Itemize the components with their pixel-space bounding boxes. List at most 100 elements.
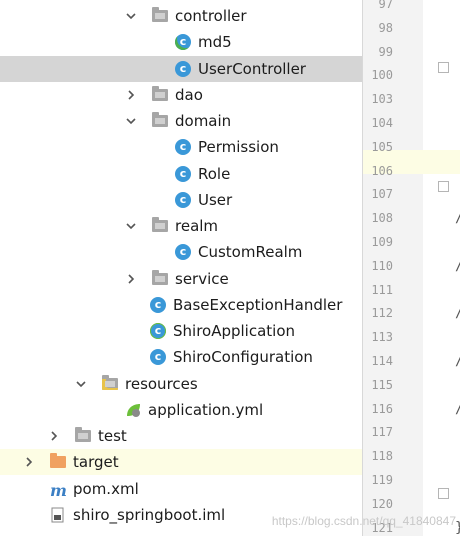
fold-marker-icon[interactable] — [438, 181, 449, 192]
tree-item-label: target — [73, 453, 119, 471]
tree-item-label: UserController — [198, 60, 306, 78]
class-run-icon: c — [175, 34, 192, 50]
folder-icon — [152, 270, 169, 287]
line-number: 112 — [371, 306, 393, 321]
tree-item-label: controller — [175, 7, 247, 25]
class-icon: c — [175, 192, 192, 208]
tree-item-user[interactable]: c User — [0, 187, 362, 213]
excluded-folder-icon — [50, 453, 67, 470]
tree-item-shiroapplication[interactable]: c ShiroApplication — [0, 318, 362, 344]
chevron-right-icon[interactable] — [125, 89, 137, 101]
tree-item-baseexceptionhandler[interactable]: c BaseExceptionHandler — [0, 292, 362, 318]
line-number: 110 — [371, 258, 393, 273]
spring-boot-class-icon: c — [150, 323, 167, 339]
tree-item-label: Permission — [198, 138, 279, 156]
tree-item-resources[interactable]: resources — [0, 371, 362, 397]
line-number: 117 — [371, 425, 393, 440]
project-tree: controller c md5 c UserController dao domain c P… — [0, 0, 362, 536]
class-icon: c — [175, 61, 192, 77]
tree-item-label: Role — [198, 165, 231, 183]
tree-item-label: BaseExceptionHandler — [173, 296, 343, 314]
line-number: 106 — [371, 163, 393, 178]
chevron-down-icon[interactable] — [125, 220, 137, 232]
tree-item-permission[interactable]: c Permission — [0, 134, 362, 160]
line-number: 108 — [371, 211, 393, 226]
line-number: 113 — [371, 330, 393, 345]
line-number: 114 — [371, 354, 393, 368]
line-number: 120 — [371, 496, 393, 511]
tree-item-md5[interactable]: c md5 — [0, 29, 362, 55]
line-number: 99 — [378, 44, 393, 59]
line-number: 107 — [371, 187, 393, 202]
tree-item-label: shiro_springboot.iml — [73, 506, 226, 524]
tree-item-label: service — [175, 270, 229, 288]
resources-folder-icon — [102, 375, 119, 392]
tree-item-label: User — [198, 191, 233, 209]
fold-expand-icon[interactable] — [438, 62, 449, 73]
tree-item-customrealm[interactable]: c CustomRealm — [0, 239, 362, 265]
line-number: 115 — [371, 377, 393, 392]
tree-item-application-yml[interactable]: application.yml — [0, 397, 362, 423]
line-number: 104 — [371, 116, 393, 130]
folder-icon — [152, 7, 169, 24]
tree-item-label: resources — [125, 375, 198, 393]
tree-item-label: realm — [175, 217, 219, 235]
code-fragment: / — [455, 353, 460, 369]
code-fragment: / — [455, 401, 460, 417]
chevron-down-icon[interactable] — [75, 378, 87, 390]
tree-item-label: pom.xml — [73, 480, 139, 498]
line-number: 116 — [371, 401, 393, 416]
tree-item-label: application.yml — [148, 401, 264, 419]
line-number: 97 — [378, 0, 393, 11]
chevron-down-icon[interactable] — [125, 10, 137, 22]
line-number: 103 — [371, 92, 393, 107]
line-number: 98 — [378, 20, 393, 35]
class-icon: c — [150, 349, 167, 365]
tree-item-controller[interactable]: controller — [0, 3, 362, 29]
code-fragment: / — [455, 210, 460, 226]
tree-item-label: CustomRealm — [198, 243, 303, 261]
tree-item-label: md5 — [198, 33, 232, 51]
code-fragment: / — [455, 305, 460, 321]
tree-item-label: dao — [175, 86, 203, 104]
tree-item-dao[interactable]: dao — [0, 82, 362, 108]
watermark: https://blog.csdn.net/qq_41840847 — [271, 514, 456, 528]
folder-icon — [152, 112, 169, 129]
tree-item-label: test — [98, 427, 127, 445]
code-fragment: / — [455, 258, 460, 274]
class-icon: c — [150, 297, 167, 313]
tree-item-label: ShiroApplication — [173, 322, 296, 340]
chevron-down-icon[interactable] — [125, 115, 137, 127]
tree-item-domain[interactable]: domain — [0, 108, 362, 134]
tree-item-usercontroller[interactable]: c UserController — [0, 56, 362, 82]
fold-marker-icon[interactable] — [438, 488, 449, 499]
folder-icon — [152, 217, 169, 234]
chevron-right-icon[interactable] — [48, 430, 60, 442]
tree-item-test[interactable]: test — [0, 423, 362, 449]
class-icon: c — [175, 139, 192, 155]
line-number: 105 — [371, 139, 393, 154]
folder-icon — [152, 86, 169, 103]
line-number: 118 — [371, 449, 393, 464]
tree-item-target[interactable]: target — [0, 449, 362, 475]
chevron-right-icon[interactable] — [23, 456, 35, 468]
maven-icon: m — [50, 481, 67, 500]
tree-item-realm[interactable]: realm — [0, 213, 362, 239]
tree-item-pom-xml[interactable]: m pom.xml — [0, 476, 362, 502]
iml-file-icon — [50, 507, 67, 523]
class-icon: c — [175, 166, 192, 182]
folder-icon — [75, 427, 92, 444]
class-icon: c — [175, 244, 192, 260]
tree-item-role[interactable]: c Role — [0, 161, 362, 187]
tree-item-label: domain — [175, 112, 232, 130]
chevron-right-icon[interactable] — [125, 273, 137, 285]
tree-item-label: ShiroConfiguration — [173, 348, 313, 366]
editor-gutter: 97 98 99 100 103 104 105 106 107 108 / 109 110 / 111 11… — [362, 0, 460, 536]
line-number: 100 — [371, 68, 393, 83]
line-number: 109 — [371, 235, 393, 249]
tree-item-shiroconfiguration[interactable]: c ShiroConfiguration — [0, 344, 362, 370]
line-number: 111 — [371, 282, 393, 297]
tree-item-service[interactable]: service — [0, 266, 362, 292]
spring-yml-icon — [125, 402, 142, 418]
line-number: 119 — [371, 473, 393, 487]
